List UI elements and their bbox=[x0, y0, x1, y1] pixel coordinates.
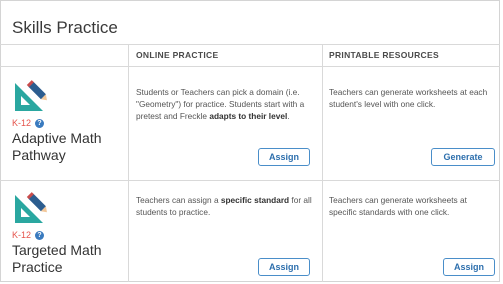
info-icon[interactable]: ? bbox=[35, 230, 45, 240]
divider bbox=[322, 44, 323, 282]
geometry-tools-icon bbox=[12, 78, 48, 114]
column-header-online-practice: ONLINE PRACTICE bbox=[136, 50, 219, 60]
assign-button[interactable]: Assign bbox=[258, 148, 310, 166]
description-emphasis: specific standard bbox=[220, 195, 290, 205]
grade-label: K-12 bbox=[12, 118, 32, 128]
skill-name: Adaptive Math Pathway bbox=[12, 130, 102, 163]
description-text: Teachers can assign a bbox=[136, 195, 221, 205]
description-text: . bbox=[287, 111, 290, 121]
divider bbox=[0, 44, 500, 45]
divider bbox=[128, 44, 129, 282]
page-title: Skills Practice bbox=[12, 18, 118, 37]
skill-adaptive-math-pathway: K-12 ? Adaptive Math Pathway bbox=[12, 78, 122, 164]
printable-resources-description: Teachers can generate worksheets at each… bbox=[329, 87, 488, 109]
printable-resources-description: Teachers can generate worksheets at spec… bbox=[329, 195, 467, 217]
divider bbox=[0, 180, 500, 181]
grade-label: K-12 bbox=[12, 230, 32, 240]
skill-targeted-math-practice: K-12 ? Targeted Math Practice bbox=[12, 190, 122, 276]
description-emphasis: adapts to their level bbox=[209, 111, 288, 121]
info-icon[interactable]: ? bbox=[35, 118, 45, 128]
divider bbox=[0, 66, 500, 67]
geometry-tools-icon bbox=[12, 190, 48, 226]
grade-badge: K-12 ? bbox=[12, 118, 122, 128]
skill-name: Targeted Math Practice bbox=[12, 242, 102, 275]
assign-button[interactable]: Assign bbox=[258, 258, 310, 276]
online-practice-description: Teachers can assign a specific standard … bbox=[136, 194, 318, 218]
assign-button[interactable]: Assign bbox=[443, 258, 495, 276]
column-header-printable-resources: PRINTABLE RESOURCES bbox=[329, 50, 439, 60]
online-practice-description: Students or Teachers can pick a domain (… bbox=[136, 86, 314, 122]
generate-button[interactable]: Generate bbox=[431, 148, 495, 166]
grade-badge: K-12 ? bbox=[12, 230, 122, 240]
